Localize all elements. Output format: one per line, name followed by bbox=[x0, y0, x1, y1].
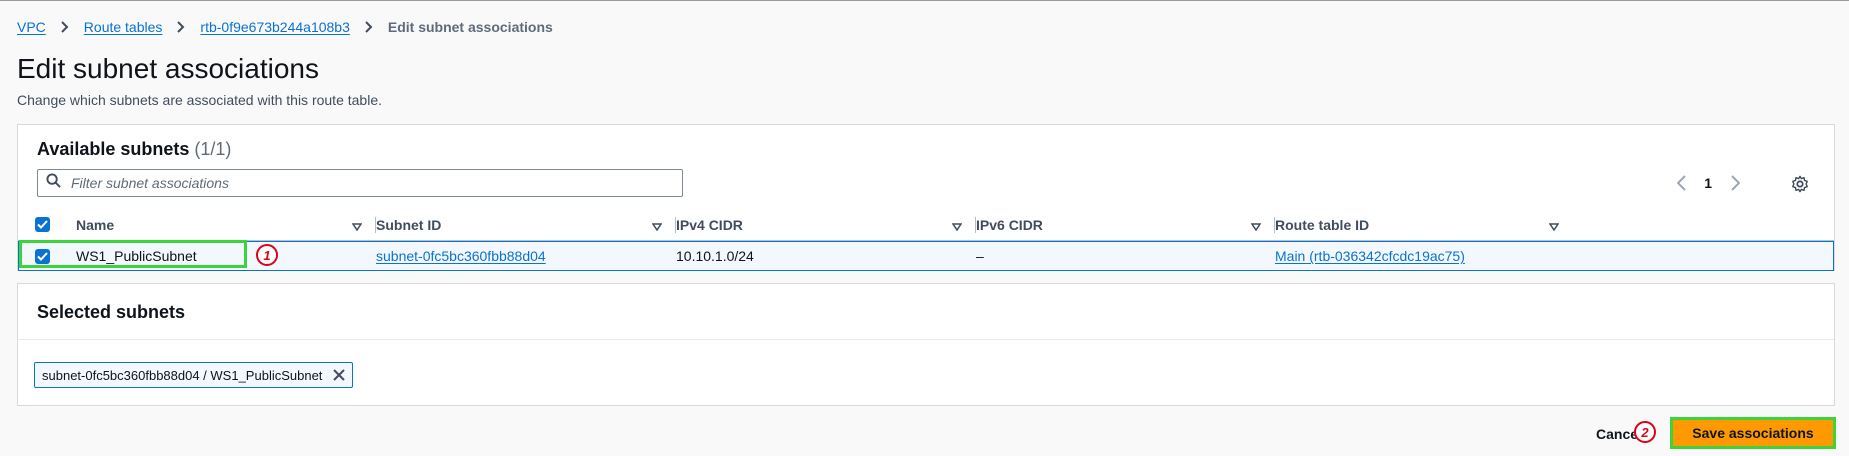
pagination: 1 bbox=[1674, 174, 1742, 192]
column-header-ipv6-cidr[interactable]: IPv6 CIDR bbox=[962, 209, 1275, 240]
close-icon[interactable] bbox=[332, 368, 346, 382]
annotation-marker: 2 bbox=[1634, 421, 1656, 443]
available-subnets-count: (1/1) bbox=[194, 139, 232, 159]
column-header-route-table-id[interactable]: Route table ID bbox=[1261, 209, 1573, 240]
row-select-cell bbox=[35, 242, 50, 270]
breadcrumb-vpc-link[interactable]: VPC bbox=[17, 19, 46, 35]
annotation-marker: 1 bbox=[256, 244, 278, 266]
table-row[interactable]: WS1_PublicSubnet 1 subnet-0fc5bc360fbb88… bbox=[18, 240, 1834, 271]
chevron-right-icon bbox=[176, 19, 186, 35]
column-header-name[interactable]: Name bbox=[62, 209, 376, 240]
token-label: subnet-0fc5bc360fbb88d04 / WS1_PublicSub… bbox=[42, 367, 323, 383]
column-label: Route table ID bbox=[1275, 216, 1370, 233]
chevron-right-icon bbox=[60, 19, 70, 35]
sort-caret-down-icon[interactable] bbox=[1250, 218, 1262, 234]
breadcrumb-current: Edit subnet associations bbox=[387, 19, 553, 35]
column-header-ipv4-cidr[interactable]: IPv4 CIDR bbox=[662, 209, 976, 240]
page-number[interactable]: 1 bbox=[1704, 175, 1712, 191]
column-label: IPv4 CIDR bbox=[676, 216, 743, 233]
breadcrumb-route-tables-link[interactable]: Route tables bbox=[84, 19, 163, 35]
sort-caret-down-icon[interactable] bbox=[351, 218, 363, 234]
available-subnets-heading: Available subnets (1/1) bbox=[37, 139, 231, 160]
ipv4-cidr: 10.10.1.0/24 bbox=[676, 248, 754, 264]
previous-page-icon[interactable] bbox=[1674, 174, 1688, 192]
breadcrumb: VPC Route tables rtb-0f9e673b244a108b3 E… bbox=[17, 19, 553, 35]
filter-box bbox=[37, 169, 683, 197]
route-table-link[interactable]: Main (rtb-036342cfcdc19ac75) bbox=[1275, 242, 1465, 270]
available-subnets-title: Available subnets bbox=[37, 139, 190, 159]
row-checkbox[interactable] bbox=[35, 248, 50, 264]
next-page-icon[interactable] bbox=[1728, 174, 1742, 192]
gear-icon[interactable] bbox=[1789, 173, 1811, 195]
subnet-name: WS1_PublicSubnet bbox=[76, 248, 197, 264]
filter-subnet-input[interactable] bbox=[69, 174, 653, 192]
subnet-id-text[interactable]: subnet-0fc5bc360fbb88d04 bbox=[376, 248, 546, 264]
available-subnets-panel: Available subnets (1/1) 1 Name bbox=[17, 124, 1835, 271]
route-table-text[interactable]: Main (rtb-036342cfcdc19ac75) bbox=[1275, 248, 1465, 264]
divider bbox=[18, 339, 1834, 340]
selected-subnets-panel: Selected subnets subnet-0fc5bc360fbb88d0… bbox=[17, 283, 1835, 406]
column-label: Name bbox=[76, 216, 115, 233]
selected-subnets-heading: Selected subnets bbox=[37, 302, 186, 322]
column-label: Subnet ID bbox=[376, 216, 442, 233]
page-description: Change which subnets are associated with… bbox=[17, 92, 382, 108]
chevron-right-icon bbox=[364, 19, 374, 35]
table-header: Name Subnet ID IPv4 CIDR IPv6 CIDR Route… bbox=[18, 209, 1834, 241]
column-label: IPv6 CIDR bbox=[976, 216, 1043, 233]
page-title: Edit subnet associations bbox=[17, 53, 319, 84]
select-all-checkbox[interactable] bbox=[35, 217, 50, 232]
selected-subnet-token: subnet-0fc5bc360fbb88d04 / WS1_PublicSub… bbox=[34, 362, 354, 388]
column-header-subnet-id[interactable]: Subnet ID bbox=[362, 209, 676, 240]
search-icon bbox=[46, 173, 61, 193]
sort-caret-down-icon[interactable] bbox=[651, 218, 663, 234]
ipv6-cidr: – bbox=[976, 248, 984, 264]
sort-caret-down-icon[interactable] bbox=[951, 218, 963, 234]
breadcrumb-route-table-link[interactable]: rtb-0f9e673b244a108b3 bbox=[200, 19, 349, 35]
sort-caret-down-icon[interactable] bbox=[1548, 218, 1560, 234]
subnet-id-link[interactable]: subnet-0fc5bc360fbb88d04 bbox=[376, 242, 546, 270]
select-all-cell bbox=[35, 209, 61, 240]
save-associations-button[interactable]: Save associations bbox=[1670, 417, 1836, 449]
